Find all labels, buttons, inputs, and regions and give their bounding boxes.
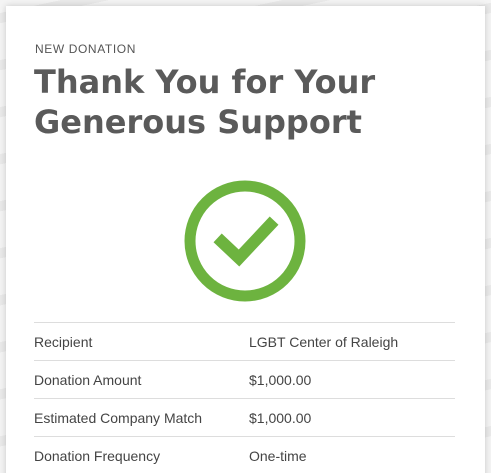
donation-confirmation-card: NEW DONATION Thank You for Your Generous… [6, 6, 485, 473]
page-title: Thank You for Your Generous Support [34, 63, 376, 141]
donation-amount-value: $1,000.00 [249, 371, 312, 388]
detail-row-frequency: Donation Frequency One-time [34, 436, 455, 473]
detail-row-recipient: Recipient LGBT Center of Raleigh [34, 322, 455, 360]
recipient-value: LGBT Center of Raleigh [249, 333, 399, 350]
donation-frequency-label: Donation Frequency [34, 447, 161, 464]
donation-frequency-value: One-time [249, 447, 307, 464]
check-circle-icon [184, 180, 306, 302]
detail-row-amount: Donation Amount $1,000.00 [34, 360, 455, 398]
recipient-label: Recipient [34, 333, 93, 350]
detail-row-company-match: Estimated Company Match $1,000.00 [34, 398, 455, 436]
company-match-label: Estimated Company Match [34, 409, 203, 426]
donation-amount-label: Donation Amount [34, 371, 142, 388]
eyebrow-label: NEW DONATION [35, 42, 136, 56]
company-match-value: $1,000.00 [249, 409, 312, 426]
donation-details-table: Recipient LGBT Center of Raleigh Donatio… [34, 322, 455, 473]
